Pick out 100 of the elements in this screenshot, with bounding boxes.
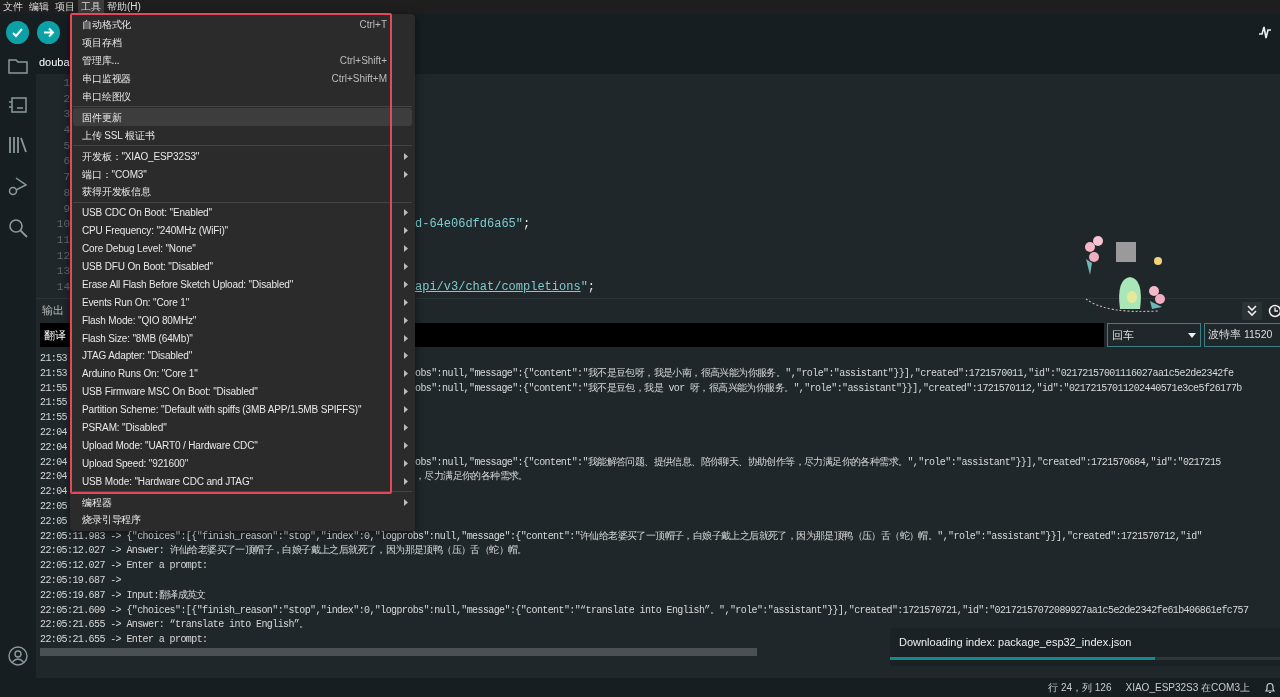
upload-button[interactable] <box>37 20 60 44</box>
log-line: 22:05:21.655 -> Enter a prompt: <box>40 634 208 646</box>
menu-bar-item[interactable]: 工具 <box>78 0 104 14</box>
arrow-icon <box>42 25 55 39</box>
board-status[interactable]: XIAO_ESP32S3 在COM3上 <box>1125 680 1250 695</box>
submenu-arrow-icon <box>403 388 408 396</box>
log-line: 22:04 <box>40 426 67 440</box>
submenu-arrow-icon <box>403 498 408 506</box>
log-line: 22:04 <box>40 455 67 470</box>
pulse-icon[interactable] <box>1258 24 1272 40</box>
submenu-arrow-icon <box>403 316 408 324</box>
editor-tab[interactable]: douba <box>39 53 70 71</box>
log-line: 22:04 <box>40 485 67 500</box>
submenu-arrow-icon <box>403 406 408 414</box>
line-number: 13 <box>55 264 70 280</box>
clock-icon[interactable] <box>1268 303 1280 318</box>
library-icon[interactable] <box>8 136 28 154</box>
submenu-arrow-icon <box>403 459 408 467</box>
menu-item[interactable]: 上传 SSL 根证书 <box>73 126 412 145</box>
line-ending-dropdown[interactable]: 回车 <box>1107 323 1201 347</box>
menu-bar-item[interactable]: 项目 <box>52 0 78 14</box>
submenu-arrow-icon <box>403 334 408 342</box>
menu-item[interactable]: Erase All Flash Before Sketch Upload: "Disabled" <box>73 275 412 294</box>
menu-item[interactable]: JTAG Adapter: "Disabled" <box>73 347 412 365</box>
menu-item[interactable]: Upload Mode: "UART0 / Hardware CDC" <box>73 436 412 455</box>
log-line: 21:55 <box>40 381 67 396</box>
line-number: 12 <box>55 248 70 264</box>
menu-item[interactable]: 获得开发板信息 <box>73 183 412 201</box>
menu-item[interactable]: CPU Frequency: "240MHz (WiFi)" <box>73 221 412 240</box>
menu-item[interactable]: 固件更新 <box>73 108 412 127</box>
line-number: 8 <box>62 185 70 201</box>
line-number: 14 <box>55 279 70 295</box>
log-line: obs":null,"message":{"content":"我不是豆包，我是 vor 呀，很高兴能为你服务。","role":"assistant"}}],"created":1721570112,"id":"02172157011202440571e3ce5f26177b <box>415 381 1243 396</box>
submenu-arrow-icon <box>403 209 408 217</box>
menu-item[interactable]: 自动格式化 Ctrl+T <box>73 16 412 34</box>
menu-item[interactable]: 编程器 <box>73 493 412 512</box>
log-line: 22:05:19.687 -> <box>40 574 121 586</box>
log-line: 22:05:12.027 -> Enter a prompt: <box>40 560 208 572</box>
submenu-arrow-icon <box>403 263 408 270</box>
log-line: 22:05:21.655 -> Answer: “translate into English”。 <box>40 619 309 631</box>
line-number: 11 <box>55 232 70 248</box>
submenu-arrow-icon <box>403 152 408 160</box>
code-text: api/v3/chat/completions"; <box>415 279 596 294</box>
log-line: 22:05 <box>40 514 67 529</box>
line-number: 9 <box>62 201 70 217</box>
menu-item[interactable]: 管理库... Ctrl+Shift+ <box>73 51 412 70</box>
menu-item[interactable]: Arduino Runs On: "Core 1" <box>73 364 412 383</box>
menu-item[interactable]: 串口监视器 Ctrl+Shift+M <box>73 69 412 88</box>
menu-item[interactable]: Flash Size: "8MB (64Mb)" <box>73 329 412 348</box>
submenu-arrow-icon <box>403 298 408 306</box>
menu-item[interactable]: USB CDC On Boot: "Enabled" <box>73 203 412 222</box>
log-line: 22:05:21.609 -> {"choices":[{"finish_reason":"stop","index":0,"logprobs":null,"message":{"content":"“translate into English”。","role":"assistant"}}],"created":1721570721,"id":"02172157072089927aa1c5e2de2342fe61b406861efc757 <box>40 604 1249 616</box>
account-icon[interactable] <box>8 646 28 666</box>
line-number: 5 <box>62 138 70 154</box>
menu-item[interactable]: Core Debug Level: "None" <box>73 239 412 258</box>
line-number: 3 <box>62 107 70 123</box>
menu-item[interactable]: 串口绘图仪 <box>73 87 412 106</box>
notification-text: Downloading index: package_esp32_index.json <box>898 634 1133 650</box>
submenu-arrow-icon <box>403 477 408 485</box>
line-number: 4 <box>62 123 70 139</box>
submenu-arrow-icon <box>403 370 408 378</box>
code-text: d-64e06dfd6a65"; <box>415 217 531 232</box>
menu-bar-item[interactable]: 帮助(H) <box>104 0 144 14</box>
scroll-down-icon[interactable] <box>1242 301 1262 320</box>
bell-icon[interactable] <box>1264 681 1276 694</box>
menu-item[interactable]: 项目存档 <box>73 33 412 52</box>
menu-item[interactable]: 烧录引导程序 <box>73 511 412 529</box>
menu-item[interactable]: USB Firmware MSC On Boot: "Disabled" <box>73 382 412 401</box>
line-number: 7 <box>62 170 70 186</box>
log-line: 22:05:11.983 -> {"choices":[{"finish_reason":"stop","index":0,"logprobs":null,"message":{"content":"许仙给老婆买了一顶帽子，白娘子戴上之后就死了，因为那是顶鸭（压）舌（蛇）帽。","role":"assistant"}}],"created":1721570712,"id" <box>40 530 1202 542</box>
menu-item[interactable]: 开发板："XIAO_ESP32S3" <box>73 147 412 166</box>
menu-item[interactable]: Upload Speed: "921600" <box>73 454 412 473</box>
debug-icon[interactable] <box>8 176 28 196</box>
line-number: 2 <box>62 91 70 107</box>
submenu-arrow-icon <box>403 352 408 360</box>
log-line: 22:05:12.027 -> Answer: 许仙给老婆买了一顶帽子，白娘子戴上之后就死了，因为那是顶鸭（压）舌（蛇）帽。 <box>40 545 527 557</box>
menu-item[interactable]: USB DFU On Boot: "Disabled" <box>73 257 412 276</box>
panel-title: 输出 <box>42 303 64 319</box>
log-line: obs":null,"message":{"content":"我不是豆包呀，我是小南，很高兴能为你服务。","role":"assistant"}}],"created":1721570011,"id":"02172157001116027aa1c5e2de2342fe <box>415 366 1235 381</box>
menu-item[interactable]: PSRAM: "Disabled" <box>73 418 412 437</box>
log-line: 22:04 <box>40 470 67 485</box>
menu-item[interactable]: USB Mode: "Hardware CDC and JTAG" <box>73 472 412 491</box>
menu-bar-item[interactable]: 编辑 <box>26 0 52 14</box>
menu-item[interactable]: Partition Scheme: "Default with spiffs (3MB APP/1.5MB SPIFFS)" <box>73 400 412 419</box>
menu-bar-item[interactable]: 文件 <box>0 0 26 14</box>
log-line: 21:55 <box>40 411 67 426</box>
board-icon[interactable] <box>8 96 28 114</box>
verify-button[interactable] <box>6 20 29 44</box>
log-line: ，尽力满足你的各种需求。 <box>415 470 529 485</box>
menu-item[interactable]: Events Run On: "Core 1" <box>73 293 412 312</box>
log-line: 21:53 <box>40 352 67 366</box>
search-icon[interactable] <box>8 218 28 238</box>
submenu-arrow-icon <box>403 227 408 235</box>
scrollbar[interactable] <box>40 648 757 656</box>
baud-rate-dropdown[interactable]: 波特率 11520 <box>1204 323 1280 347</box>
submenu-arrow-icon <box>403 280 408 288</box>
menu-item[interactable]: 端口："COM3" <box>73 165 412 183</box>
log-line: obs":null,"message":{"content":"我能解答问题、提供信息、陪你聊天、协助创作等，尽力满足你的各种需求。","role":"assistant"}}],"created":1721570684,"id":"0217215 <box>415 455 1222 470</box>
log-line: 21:53 <box>40 366 67 381</box>
folder-icon[interactable] <box>8 58 28 74</box>
